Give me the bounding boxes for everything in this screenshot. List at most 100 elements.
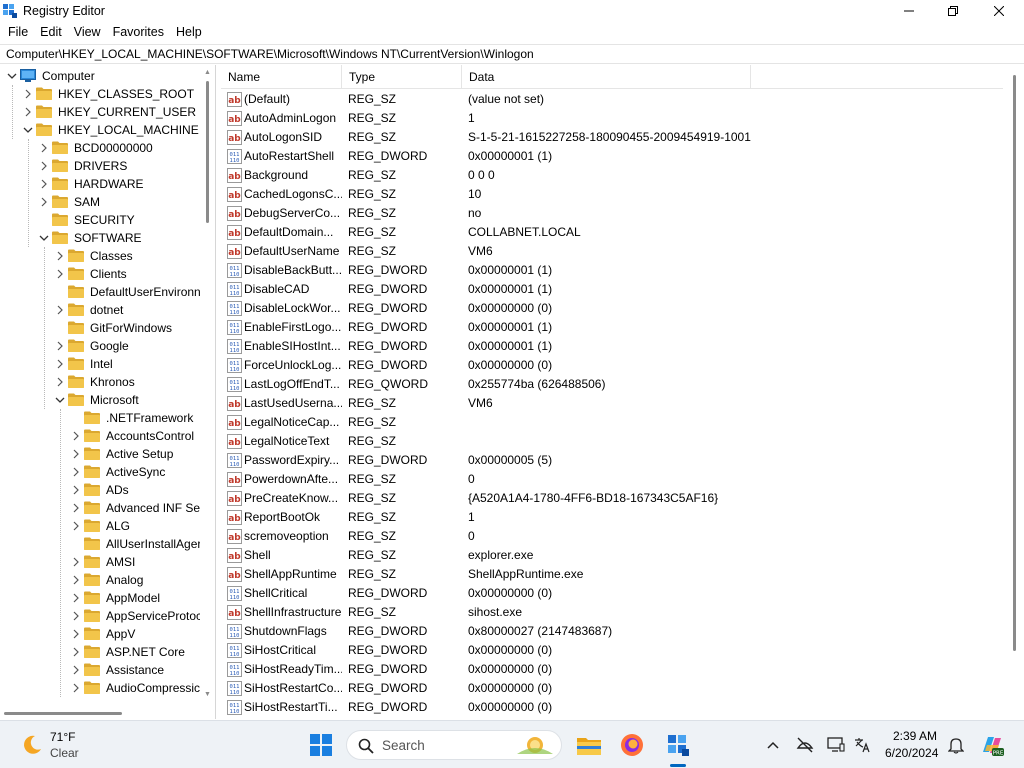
tree-item[interactable]: ASP.NET Core [0, 643, 215, 661]
value-row[interactable]: ab CachedLogonsC... REG_SZ 10 [221, 185, 981, 204]
value-row[interactable]: 011 110 DisableLockWor... REG_DWORD 0x000000… [221, 299, 981, 318]
maximize-button[interactable] [930, 0, 976, 22]
file-explorer-button[interactable] [575, 731, 603, 759]
tree-item[interactable]: Classes [0, 247, 215, 265]
tree-item[interactable]: SOFTWARE [0, 229, 215, 247]
clock-date[interactable]: 6/20/2024 [885, 746, 938, 760]
value-row[interactable]: ab DebugServerCo... REG_SZ no [221, 204, 981, 223]
tree-item[interactable]: AppV [0, 625, 215, 643]
value-row[interactable]: 011 110 DisableBackButt... REG_DWORD 0x00000… [221, 261, 981, 280]
chevron-right-icon[interactable] [70, 556, 82, 568]
value-row[interactable]: ab Background REG_SZ 0 0 0 [221, 166, 981, 185]
tree-item[interactable]: Microsoft [0, 391, 215, 409]
registry-editor-taskbar-button[interactable] [664, 731, 692, 759]
value-row[interactable]: ab PreCreateKnow... REG_SZ {A520A1A4-1780-4… [221, 489, 981, 508]
chevron-right-icon[interactable] [70, 628, 82, 640]
chevron-down-icon[interactable] [6, 70, 18, 82]
value-row[interactable]: 011 110 AutoRestartShell REG_DWORD 0x0000000… [221, 147, 981, 166]
address-bar[interactable]: Computer\HKEY_LOCAL_MACHINE\SOFTWARE\Mic… [0, 44, 1024, 64]
chevron-right-icon[interactable] [54, 268, 66, 280]
notifications-button[interactable] [942, 731, 970, 759]
chevron-right-icon[interactable] [54, 250, 66, 262]
tree-horizontal-scrollbar[interactable] [0, 705, 200, 719]
tree-item[interactable]: BCD00000000 [0, 139, 215, 157]
chevron-right-icon[interactable] [22, 88, 34, 100]
tree-item[interactable]: SAM [0, 193, 215, 211]
value-row[interactable]: ab AutoAdminLogon REG_SZ 1 [221, 109, 981, 128]
column-header-data[interactable]: Data [462, 65, 751, 89]
value-row[interactable]: ab scremoveoption REG_SZ 0 [221, 527, 981, 546]
display-button[interactable] [822, 731, 850, 759]
value-row[interactable]: 011 110 ShellCritical REG_DWORD 0x00000000 (… [221, 584, 981, 603]
tree-item[interactable]: dotnet [0, 301, 215, 319]
value-row[interactable]: 011 110 DisableCAD REG_DWORD 0x00000001 (1) [221, 280, 981, 299]
tree-hscroll-thumb[interactable] [4, 712, 122, 715]
value-row[interactable]: 011 110 SiHostRestartTi... REG_DWORD 0x00000… [221, 698, 981, 717]
menu-edit[interactable]: Edit [34, 22, 68, 43]
value-row[interactable]: ab ShellAppRuntime REG_SZ ShellAppRuntime.e… [221, 565, 981, 584]
value-row[interactable]: ab (Default) REG_SZ (value not set) [221, 90, 981, 109]
tree-item[interactable]: GitForWindows [0, 319, 215, 337]
value-row[interactable]: 011 110 SiHostCritical REG_DWORD 0x00000000 … [221, 641, 981, 660]
value-row[interactable]: ab ShellInfrastructure REG_SZ sihost.exe [221, 603, 981, 622]
address-path[interactable]: Computer\HKEY_LOCAL_MACHINE\SOFTWARE\Mic… [6, 47, 534, 61]
chevron-right-icon[interactable] [38, 196, 50, 208]
chevron-right-icon[interactable] [70, 502, 82, 514]
scroll-up-icon[interactable]: ▲ [204, 69, 211, 77]
tree-item[interactable]: AppModel [0, 589, 215, 607]
value-row[interactable]: 011 110 ForceUnlockLog... REG_DWORD 0x000000… [221, 356, 981, 375]
minimize-button[interactable] [886, 0, 932, 22]
chevron-right-icon[interactable] [70, 646, 82, 658]
value-row[interactable]: ab LegalNoticeText REG_SZ [221, 432, 981, 451]
chevron-right-icon[interactable] [70, 592, 82, 604]
value-row[interactable]: ab PowerdownAfte... REG_SZ 0 [221, 470, 981, 489]
tree-item[interactable]: AMSI [0, 553, 215, 571]
tree-item[interactable]: ALG [0, 517, 215, 535]
chevron-right-icon[interactable] [70, 574, 82, 586]
start-button[interactable] [307, 731, 335, 759]
tree-item[interactable]: HKEY_CLASSES_ROOT [0, 85, 215, 103]
tree-item[interactable]: Khronos [0, 373, 215, 391]
tree-item[interactable]: HKEY_LOCAL_MACHINE [0, 121, 215, 139]
tree-item[interactable]: AppServiceProtoc [0, 607, 215, 625]
chevron-right-icon[interactable] [70, 610, 82, 622]
value-row[interactable]: ab AutoLogonSID REG_SZ S-1-5-21-1615227258-… [221, 128, 981, 147]
menu-view[interactable]: View [68, 22, 107, 43]
value-row[interactable]: 011 110 EnableSIHostInt... REG_DWORD 0x00000… [221, 337, 981, 356]
tree-item[interactable]: Analog [0, 571, 215, 589]
value-row[interactable]: ab DefaultUserName REG_SZ VM6 [221, 242, 981, 261]
chevron-right-icon[interactable] [70, 484, 82, 496]
tree-item[interactable]: Google [0, 337, 215, 355]
value-row[interactable]: ab ReportBootOk REG_SZ 1 [221, 508, 981, 527]
show-hidden-icons-button[interactable] [759, 731, 787, 759]
chevron-right-icon[interactable] [54, 376, 66, 388]
menu-help[interactable]: Help [170, 22, 208, 43]
value-row[interactable]: 011 110 SiHostRestartCo... REG_DWORD 0x00000… [221, 679, 981, 698]
menu-favorites[interactable]: Favorites [107, 22, 170, 43]
tree-scroll-thumb[interactable] [206, 81, 209, 223]
language-button[interactable] [848, 731, 876, 759]
chevron-right-icon[interactable] [70, 682, 82, 694]
tree-item[interactable]: HKEY_CURRENT_USER [0, 103, 215, 121]
tree-item[interactable]: HARDWARE [0, 175, 215, 193]
tree-item[interactable]: SECURITY [0, 211, 215, 229]
tree-item[interactable]: AudioCompressic [0, 679, 215, 697]
tree-item[interactable]: AllUserInstallAger [0, 535, 215, 553]
chevron-down-icon[interactable] [54, 394, 66, 406]
value-row[interactable]: ab Shell REG_SZ explorer.exe [221, 546, 981, 565]
tree-vertical-scrollbar[interactable]: ▲ ▼ [200, 65, 214, 705]
value-row[interactable]: ab LegalNoticeCap... REG_SZ [221, 413, 981, 432]
chevron-right-icon[interactable] [54, 304, 66, 316]
tree-item[interactable]: .NETFramework [0, 409, 215, 427]
tree-item[interactable]: DefaultUserEnvironn [0, 283, 215, 301]
chevron-right-icon[interactable] [70, 520, 82, 532]
chevron-right-icon[interactable] [54, 340, 66, 352]
tree-item[interactable]: Computer [0, 67, 215, 85]
value-row[interactable]: 011 110 PasswordExpiry... REG_DWORD 0x000000… [221, 451, 981, 470]
chevron-down-icon[interactable] [22, 124, 34, 136]
menu-file[interactable]: File [2, 22, 34, 43]
tree-item[interactable]: DRIVERS [0, 157, 215, 175]
list-vertical-scrollbar[interactable] [1003, 65, 1024, 719]
value-row[interactable]: 011 110 SiHostReadyTim... REG_DWORD 0x000000… [221, 660, 981, 679]
chevron-right-icon[interactable] [70, 466, 82, 478]
